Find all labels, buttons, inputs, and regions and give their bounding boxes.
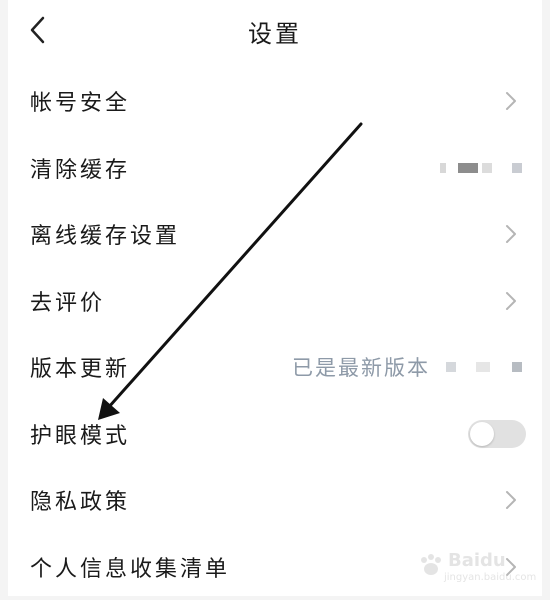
settings-item-label: 离线缓存设置	[30, 218, 180, 250]
settings-item-eye-care[interactable]: 护眼模式	[8, 401, 542, 468]
settings-item-privacy-policy[interactable]: 隐私政策	[8, 467, 542, 534]
eye-care-toggle[interactable]	[468, 420, 526, 448]
settings-item-rate[interactable]: 去评价	[8, 268, 542, 335]
watermark-text: Baidu	[448, 550, 506, 571]
settings-item-offline-cache[interactable]: 离线缓存设置	[8, 201, 542, 268]
settings-item-label: 个人信息收集清单	[30, 551, 230, 583]
redacted-value	[512, 362, 522, 372]
settings-item-label: 帐号安全	[30, 85, 130, 117]
settings-item-label: 版本更新	[30, 351, 130, 383]
redacted-value	[512, 163, 522, 173]
settings-item-label: 去评价	[30, 285, 105, 317]
chevron-right-icon	[504, 91, 518, 111]
settings-list: 帐号安全 清除缓存 离线缓存设置 去评价	[8, 68, 542, 600]
redacted-value	[458, 163, 478, 173]
toggle-knob	[470, 422, 494, 446]
settings-item-account-security[interactable]: 帐号安全	[8, 68, 542, 135]
settings-item-version-update[interactable]: 版本更新 已是最新版本	[8, 334, 542, 401]
settings-item-label: 清除缓存	[30, 152, 130, 184]
settings-item-clear-cache[interactable]: 清除缓存	[8, 135, 542, 202]
chevron-right-icon	[504, 291, 518, 311]
redacted-value	[440, 163, 446, 173]
settings-item-label: 隐私政策	[30, 484, 130, 516]
watermark-logo: Baidu jingyan.baidu.com	[418, 548, 536, 588]
redacted-value	[482, 163, 492, 173]
redacted-value	[446, 362, 456, 372]
redacted-value	[476, 362, 490, 372]
watermark-sub: jingyan.baidu.com	[444, 572, 536, 583]
version-status: 已是最新版本	[292, 352, 430, 382]
settings-item-label: 护眼模式	[30, 418, 130, 450]
settings-screen: 设置 帐号安全 清除缓存 离线缓存设置 去评价	[8, 0, 542, 596]
chevron-right-icon	[504, 490, 518, 510]
page-title: 设置	[8, 14, 542, 49]
header: 设置	[8, 0, 542, 62]
chevron-right-icon	[504, 224, 518, 244]
